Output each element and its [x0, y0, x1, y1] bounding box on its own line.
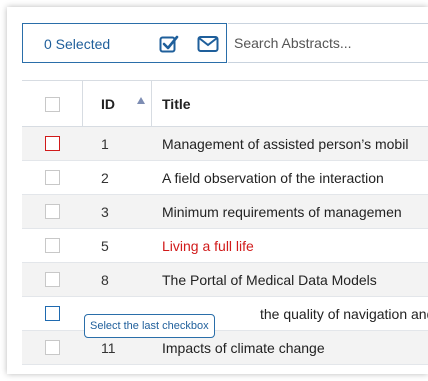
table-row[interactable]: 11 Impacts of climate change [22, 331, 428, 365]
row-id: 3 [101, 204, 109, 220]
table-row[interactable]: the quality of navigation and [22, 297, 428, 331]
select-all-check-icon[interactable] [159, 34, 179, 54]
row-id: 5 [101, 238, 109, 254]
row-title[interactable]: Management of assisted person’s mobil [162, 136, 408, 152]
selection-box: 0 Selected [22, 23, 227, 63]
selected-count: 0 Selected [44, 36, 111, 52]
select-all-checkbox[interactable] [45, 97, 60, 112]
row-checkbox[interactable] [45, 170, 60, 185]
row-title[interactable]: Minimum requirements of managemen [162, 204, 402, 220]
row-title[interactable]: The Portal of Medical Data Models [162, 272, 377, 288]
table-row[interactable]: 8 The Portal of Medical Data Models [22, 263, 428, 297]
search-input[interactable] [228, 23, 428, 63]
row-id: 2 [101, 170, 109, 186]
row-checkbox[interactable] [45, 136, 60, 151]
row-title[interactable]: A field observation of the interaction [162, 170, 384, 186]
row-checkbox[interactable] [45, 204, 60, 219]
abstracts-table: ID Title 1 Management of assisted person… [22, 80, 428, 365]
table-row[interactable]: 5 Living a full life [22, 229, 428, 263]
table-row[interactable]: 2 A field observation of the interaction [22, 161, 428, 195]
table-row[interactable]: 1 Management of assisted person’s mobil [22, 127, 428, 161]
row-id: 11 [101, 340, 116, 356]
row-checkbox[interactable] [45, 340, 60, 355]
table-row[interactable]: 3 Minimum requirements of managemen [22, 195, 428, 229]
table-header-row: ID Title [22, 80, 428, 127]
row-title[interactable]: Impacts of climate change [162, 340, 325, 356]
envelope-icon[interactable] [197, 35, 219, 53]
column-divider [151, 81, 152, 126]
row-id: 1 [101, 136, 109, 152]
row-checkbox[interactable] [45, 238, 60, 253]
row-title[interactable]: the quality of navigation and [260, 306, 428, 322]
column-divider [82, 81, 83, 126]
row-title[interactable]: Living a full life [162, 238, 254, 254]
column-header-title[interactable]: Title [162, 96, 191, 112]
row-checkbox[interactable] [45, 306, 60, 321]
sort-ascending-icon[interactable] [137, 97, 145, 104]
toolbar: 0 Selected [22, 23, 428, 65]
column-header-id[interactable]: ID [101, 96, 115, 112]
row-id: 8 [101, 272, 109, 288]
tooltip: Select the last checkbox [84, 314, 215, 338]
row-checkbox[interactable] [45, 272, 60, 287]
